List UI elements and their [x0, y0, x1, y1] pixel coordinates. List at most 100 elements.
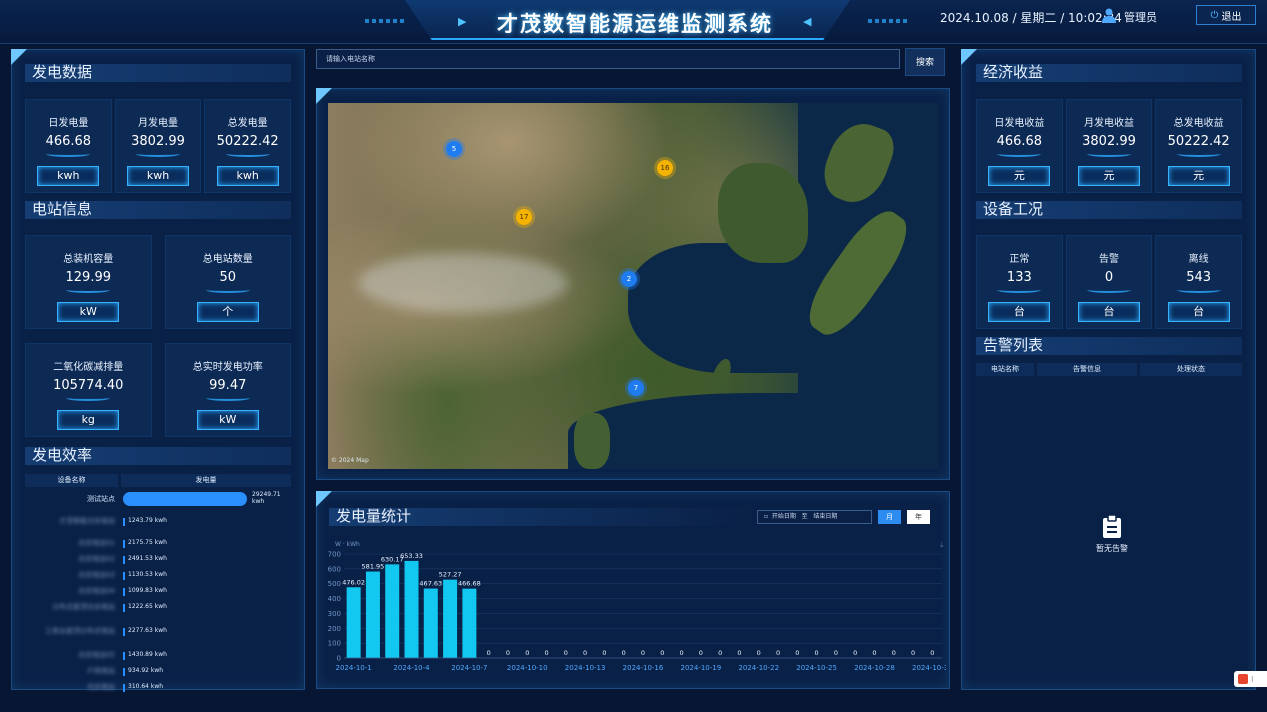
efficiency-row: 光伏电站02 2491.53 kwh: [25, 552, 291, 567]
efficiency-value: 2277.63 kwh: [128, 627, 167, 634]
power-data-cards: 日发电量 466.68 kwh 月发电量 3802.99 kwh 总发电量 50…: [25, 99, 292, 193]
clipboard-icon: [1103, 515, 1121, 538]
bar-value-label: 466.68: [458, 580, 481, 588]
alarm-col-info: 告警信息: [1037, 363, 1137, 376]
month-toggle[interactable]: 月: [878, 510, 901, 524]
efficiency-bar: [123, 604, 125, 612]
unit-button[interactable]: 台: [1078, 302, 1140, 322]
card-glow: [225, 151, 270, 157]
unit-button[interactable]: kwh: [216, 166, 279, 186]
alarm-col-station: 电站名称: [976, 363, 1034, 376]
y-tick-label: 0: [337, 655, 341, 663]
end-date[interactable]: 结束日期: [813, 513, 837, 520]
bar: [462, 588, 477, 658]
x-tick-label: 2024-10-10: [507, 664, 548, 672]
power-icon: ⏻: [1210, 9, 1219, 21]
bar-value-label: 527.27: [439, 571, 462, 579]
card-value: 133: [1006, 270, 1032, 285]
bar-value-label: 0: [834, 649, 838, 657]
efficiency-value: 310.64 kwh: [128, 683, 164, 690]
efficiency-station-name: 才茂智能光伏电站: [59, 517, 115, 525]
map-marker[interactable]: 2: [621, 271, 637, 287]
unit-button[interactable]: 台: [988, 302, 1051, 322]
map-snow-ridge: [358, 253, 568, 313]
map-marker[interactable]: 7: [628, 380, 644, 396]
app-title: 才茂数智能源运维监测系统: [497, 12, 773, 36]
card-glow: [136, 151, 180, 157]
map-sea-south: [568, 393, 938, 469]
unit-button[interactable]: 台: [1167, 302, 1230, 322]
map-marker[interactable]: 17: [516, 209, 532, 225]
card-label: 告警: [1099, 254, 1119, 265]
efficiency-value: 1099.83 kwh: [128, 587, 167, 594]
map-land-hainan-area: [574, 413, 610, 469]
year-toggle[interactable]: 年: [907, 510, 930, 524]
bar-value-label: 0: [544, 649, 548, 657]
efficiency-bar: [123, 556, 125, 564]
total-power-card: 总发电量 50222.42 kwh: [204, 99, 292, 193]
corner-decoration: [316, 491, 332, 507]
card-value: 3802.99: [1082, 134, 1136, 149]
card-label: 总发电收益: [1173, 118, 1224, 129]
x-tick-label: 2024-10-4: [393, 664, 430, 672]
bar-value-label: 0: [776, 649, 780, 657]
unit-button[interactable]: kwh: [37, 166, 100, 186]
logout-label: 退出: [1221, 11, 1242, 23]
bar-value-label: 476.02: [342, 578, 365, 586]
header-decoration-left: [365, 19, 405, 23]
card-label: 月发电收益: [1084, 118, 1134, 129]
x-tick-label: 2024-10-16: [623, 664, 664, 672]
bar-value-label: 0: [622, 649, 626, 657]
device-status-title: 设备工况: [976, 201, 1242, 219]
unit-button[interactable]: kW: [57, 302, 120, 322]
monthly-income-card: 月发电收益 3802.99 元: [1065, 99, 1153, 193]
logout-button[interactable]: ⏻ 退出: [1196, 5, 1256, 25]
station-map[interactable]: 5 16 17 2 7 © 2024 Map: [328, 103, 938, 469]
bar-value-label: 0: [583, 649, 587, 657]
bar-value-label: 0: [718, 649, 722, 657]
bar-value-label: 0: [815, 649, 819, 657]
efficiency-value: 2175.75 kwh: [128, 539, 167, 546]
unit-button[interactable]: 元: [988, 166, 1051, 186]
efficiency-value: 1243.79 kwh: [128, 517, 167, 524]
station-count-card: 总电站数量 50 个: [164, 235, 291, 329]
economic-cards: 日发电收益 466.68 元 月发电收益 3802.99 元 总发电收益 502…: [976, 99, 1243, 193]
floating-widget[interactable]: ⁝: [1234, 671, 1267, 687]
x-tick-label: 2024-10-19: [681, 664, 722, 672]
map-sea-yellow: [628, 243, 818, 373]
efficiency-col-power: 发电量: [121, 474, 291, 487]
card-glow: [205, 287, 250, 293]
efficiency-row: 光伏电站04 1099.83 kwh: [25, 584, 291, 599]
map-marker[interactable]: 5: [446, 141, 462, 157]
unit-button[interactable]: kg: [57, 410, 120, 430]
map-marker[interactable]: 16: [657, 160, 673, 176]
unit-button[interactable]: 个: [196, 302, 259, 322]
card-value: 99.47: [209, 378, 247, 393]
efficiency-value: 934.92 kwh: [128, 667, 164, 674]
bar: [443, 579, 458, 658]
search-button[interactable]: 搜索: [905, 48, 945, 76]
bar-value-label: 0: [872, 649, 876, 657]
card-glow: [66, 395, 111, 401]
card-glow: [66, 287, 111, 293]
bar-value-label: 467.63: [419, 580, 442, 588]
alarm-device-card: 告警 0 台: [1065, 235, 1153, 329]
realtime-power-card: 总实时发电功率 99.47 kW: [164, 343, 291, 437]
y-tick-label: 500: [328, 580, 341, 588]
unit-button[interactable]: 元: [1167, 166, 1230, 186]
efficiency-row: 光伏电站 310.64 kwh: [25, 680, 291, 695]
unit-button[interactable]: kW: [196, 410, 259, 430]
start-date[interactable]: 开始日期: [772, 513, 796, 520]
efficiency-bar: [123, 628, 125, 636]
user-name[interactable]: 管理员: [1124, 9, 1157, 25]
efficiency-station-name: 光伏电站03: [78, 571, 115, 579]
unit-button[interactable]: 元: [1078, 166, 1140, 186]
bar-value-label: 0: [680, 649, 684, 657]
bar-value-label: 653.33: [400, 552, 423, 560]
x-tick-label: 2024-10-31: [912, 664, 946, 672]
economic-title: 经济收益: [976, 64, 1242, 82]
date-range-picker[interactable]: ▫ 开始日期 至 结束日期: [757, 510, 872, 524]
unit-button[interactable]: kwh: [127, 166, 189, 186]
x-tick-label: 2024-10-25: [796, 664, 837, 672]
search-input[interactable]: 请输入电站名称: [316, 49, 900, 69]
